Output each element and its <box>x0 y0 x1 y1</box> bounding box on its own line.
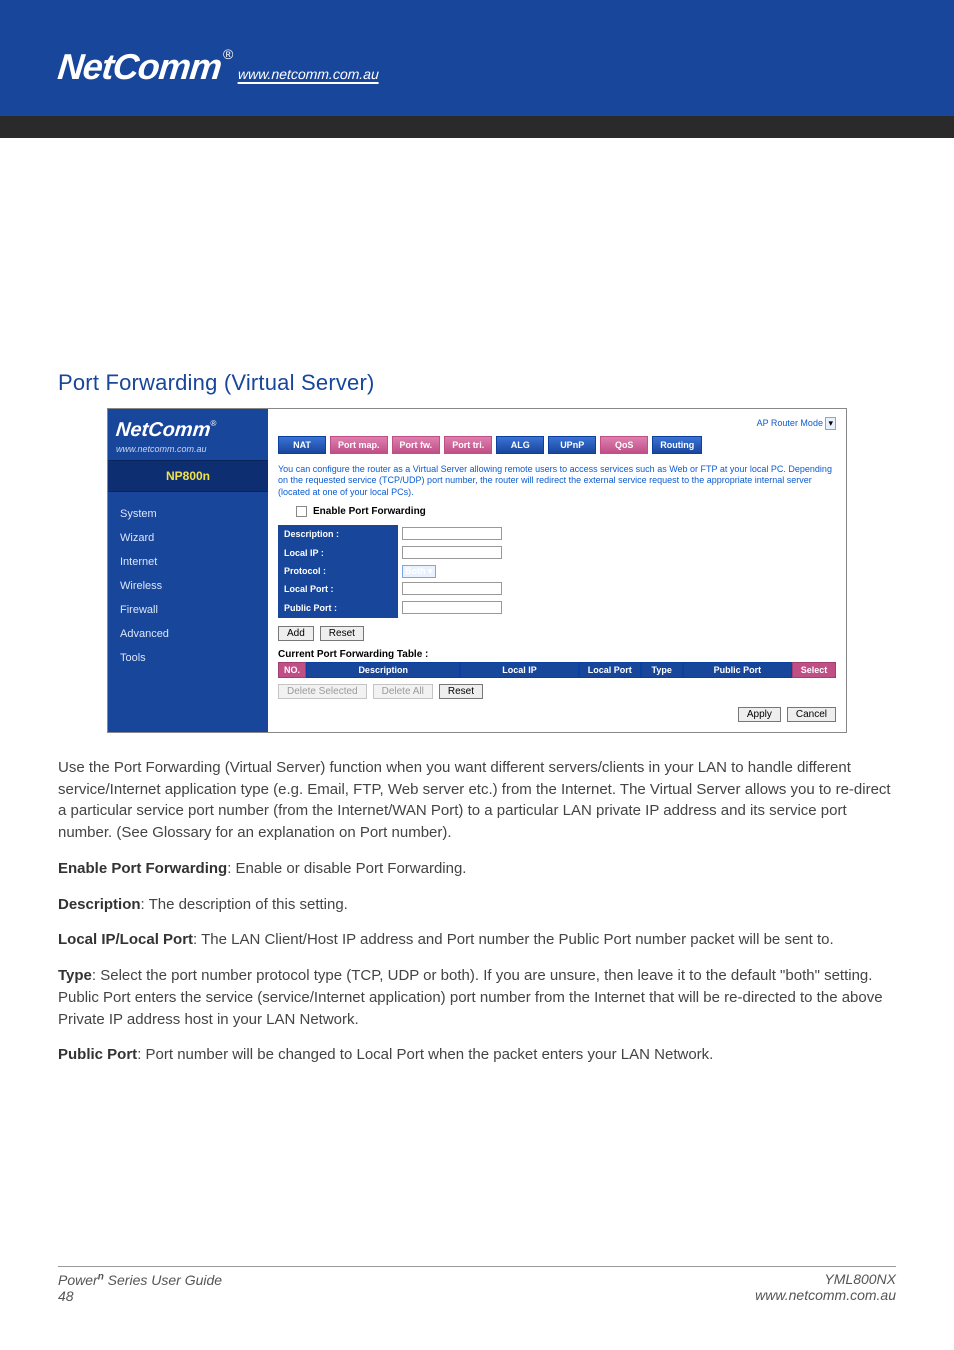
brand-logo: NetComm® www.netcomm.com.au <box>58 46 379 88</box>
def-enable: Enable Port Forwarding: Enable or disabl… <box>58 858 896 880</box>
label-public-port: Public Port : <box>278 600 398 616</box>
registered-icon: ® <box>223 46 233 62</box>
apply-row: Apply Cancel <box>278 707 836 722</box>
tab-qos[interactable]: QoS <box>600 436 648 454</box>
tab-port-tri[interactable]: Port tri. <box>444 436 492 454</box>
page-content: Port Forwarding (Virtual Server) NetComm… <box>0 370 954 1350</box>
paragraph-intro: Use the Port Forwarding (Virtual Server)… <box>58 757 896 844</box>
add-button[interactable]: Add <box>278 626 314 641</box>
brand-url: www.netcomm.com.au <box>237 66 379 84</box>
pf-table-header: NO. Description Local IP Local Port Type… <box>278 662 836 678</box>
router-screenshot: NetComm® www.netcomm.com.au NP800n Syste… <box>107 408 847 733</box>
footer-guide-prefix: Power <box>58 1272 98 1288</box>
table-title: Current Port Forwarding Table : <box>278 649 836 660</box>
sidebar-item-wireless[interactable]: Wireless <box>108 574 268 598</box>
def-local-ip-port: Local IP/Local Port: The LAN Client/Host… <box>58 929 896 951</box>
table-buttons: Delete Selected Delete All Reset <box>278 684 836 699</box>
router-main: AP Router Mode ▾ NAT Port map. Port fw. … <box>268 409 846 732</box>
th-type: Type <box>641 662 683 678</box>
router-model: NP800n <box>108 460 268 492</box>
tab-upnp[interactable]: UPnP <box>548 436 596 454</box>
footer-url: www.netcomm.com.au <box>755 1287 896 1303</box>
dark-divider <box>0 116 954 138</box>
input-local-port[interactable] <box>402 582 502 595</box>
router-nav: System Wizard Internet Wireless Firewall… <box>108 492 268 688</box>
input-description[interactable] <box>402 527 502 540</box>
input-local-ip[interactable] <box>402 546 502 559</box>
mode-row: AP Router Mode ▾ <box>278 415 836 436</box>
sidebar-item-system[interactable]: System <box>108 502 268 526</box>
tab-routing[interactable]: Routing <box>652 436 702 454</box>
apply-button[interactable]: Apply <box>738 707 781 722</box>
tab-port-fw[interactable]: Port fw. <box>392 436 441 454</box>
th-local-ip: Local IP <box>460 662 578 678</box>
router-sidebar: NetComm® www.netcomm.com.au NP800n Syste… <box>108 409 268 732</box>
def-description-text: : The description of this setting. <box>141 896 348 913</box>
brand-wordmark: NetComm <box>56 46 223 88</box>
def-public-label: Public Port <box>58 1046 137 1063</box>
th-select: Select <box>792 662 836 678</box>
sidebar-item-wizard[interactable]: Wizard <box>108 526 268 550</box>
def-local-text: : The LAN Client/Host IP address and Por… <box>193 931 834 948</box>
section-title: Port Forwarding (Virtual Server) <box>58 370 896 396</box>
th-public-port: Public Port <box>683 662 792 678</box>
footer-guide: Powern Series User Guide <box>58 1272 222 1288</box>
select-protocol-value: Both <box>405 566 426 576</box>
def-public-text: : Port number will be changed to Local P… <box>137 1046 713 1063</box>
tab-port-map[interactable]: Port map. <box>330 436 388 454</box>
router-logo: NetComm® <box>108 409 268 444</box>
th-local-port: Local Port <box>579 662 641 678</box>
label-local-ip: Local IP : <box>278 545 398 561</box>
enable-checkbox[interactable] <box>296 506 307 517</box>
sidebar-item-firewall[interactable]: Firewall <box>108 598 268 622</box>
def-enable-label: Enable Port Forwarding <box>58 860 227 877</box>
mode-label: AP Router Mode <box>757 418 823 428</box>
router-logo-url: www.netcomm.com.au <box>108 444 268 460</box>
sidebar-item-advanced[interactable]: Advanced <box>108 622 268 646</box>
def-description: Description: The description of this set… <box>58 894 896 916</box>
enable-label: Enable Port Forwarding <box>313 506 426 517</box>
def-type-text: : Select the port number protocol type (… <box>58 967 883 1028</box>
def-public-port: Public Port: Port number will be changed… <box>58 1044 896 1066</box>
footer-page-number: 48 <box>58 1288 222 1304</box>
th-description: Description <box>306 662 460 678</box>
label-local-port: Local Port : <box>278 581 398 597</box>
sidebar-item-tools[interactable]: Tools <box>108 646 268 670</box>
def-type: Type: Select the port number protocol ty… <box>58 965 896 1030</box>
mode-select[interactable]: ▾ <box>825 417 836 430</box>
reset-table-button[interactable]: Reset <box>439 684 483 699</box>
tab-nat[interactable]: NAT <box>278 436 326 454</box>
page-footer: Powern Series User Guide 48 YML800NX www… <box>58 1266 896 1304</box>
top-gap <box>0 138 954 370</box>
reset-button[interactable]: Reset <box>320 626 364 641</box>
subtab-bar: NAT Port map. Port fw. Port tri. ALG UPn… <box>278 436 836 454</box>
label-protocol: Protocol : <box>278 563 398 579</box>
footer-code: YML800NX <box>755 1271 896 1287</box>
sidebar-item-internet[interactable]: Internet <box>108 550 268 574</box>
brand-band: NetComm® www.netcomm.com.au <box>0 0 954 116</box>
cancel-button[interactable]: Cancel <box>787 707 836 722</box>
footer-guide-suffix: Series User Guide <box>104 1272 222 1288</box>
input-public-port[interactable] <box>402 601 502 614</box>
th-no: NO. <box>278 662 306 678</box>
def-enable-text: : Enable or disable Port Forwarding. <box>227 860 466 877</box>
select-protocol[interactable]: Both ▾ <box>402 565 436 578</box>
delete-all-button[interactable]: Delete All <box>373 684 433 699</box>
def-type-label: Type <box>58 967 92 984</box>
body-text: Use the Port Forwarding (Virtual Server)… <box>58 757 896 1066</box>
router-logo-text: NetComm <box>115 419 212 442</box>
enable-row: Enable Port Forwarding <box>296 506 836 517</box>
def-local-label: Local IP/Local Port <box>58 931 193 948</box>
tab-alg[interactable]: ALG <box>496 436 544 454</box>
delete-selected-button[interactable]: Delete Selected <box>278 684 367 699</box>
port-fw-form: Description : Local IP : Protocol : Both… <box>278 525 618 618</box>
footer-right: YML800NX www.netcomm.com.au <box>755 1271 896 1304</box>
footer-left: Powern Series User Guide 48 <box>58 1271 222 1304</box>
intro-text: You can configure the router as a Virtua… <box>278 464 836 498</box>
def-description-label: Description <box>58 896 141 913</box>
label-description: Description : <box>278 526 398 542</box>
form-buttons: Add Reset <box>278 626 836 641</box>
